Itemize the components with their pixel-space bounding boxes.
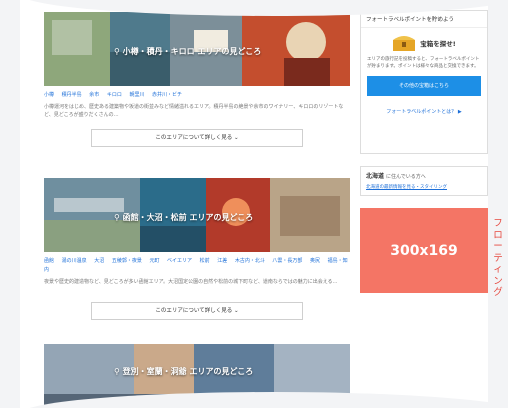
- area-description: 小樽運河をはじめ、歴史ある建築物や坂道の街並みなど情緒溢れるエリア。積丹半島の絶…: [44, 104, 344, 118]
- area-detail-button[interactable]: このエリアについて詳しく見る ⌄: [91, 302, 303, 320]
- area-description: 夜景や歴史的建造物など、見どころが多い函館エリア。大沼国定公園の自然や松前の城下…: [44, 279, 338, 285]
- area-tag-list: 小樽 積丹半島 余市 キロロ 朝里川 赤井川・ビチ: [44, 91, 350, 100]
- area-tag[interactable]: 八雲・長万部: [272, 258, 302, 264]
- area-section-2: ⚲ 函館・大沼・松前 エリアの見どころ 函館 湯の川温泉 大沼 五稜郭・夜景 元…: [44, 178, 350, 320]
- floating-label-char: フ: [493, 218, 503, 229]
- floating-label-char: ン: [493, 275, 503, 287]
- floating-label-char: グ: [493, 287, 503, 298]
- area-tag[interactable]: 函館: [44, 258, 54, 264]
- points-title: 宝箱を探せ!: [420, 40, 456, 48]
- area-detail-button[interactable]: このエリアについて詳しく見る ⌄: [91, 129, 303, 147]
- floating-label: フローティング: [491, 218, 505, 299]
- area-tag[interactable]: 湯の川温泉: [62, 258, 87, 264]
- area-banner[interactable]: ⚲ 小樽・積丹・キロロ エリアの見どころ: [44, 12, 350, 86]
- location-pin-icon: ⚲: [114, 213, 120, 222]
- points-text: エリアの旅行記を投稿すると、フォートラベルポイントが貯まります。ポイントは様々な…: [367, 57, 480, 69]
- area-tag[interactable]: 大沼: [94, 258, 104, 264]
- location-pin-icon: ⚲: [114, 47, 120, 56]
- area-tag[interactable]: 木古内・北斗: [235, 258, 265, 264]
- banner-caption: ⚲ 函館・大沼・松前 エリアの見どころ: [114, 213, 254, 222]
- area-tag[interactable]: 五稜郭・夜景: [112, 258, 142, 264]
- floating-label-char: テ: [493, 252, 503, 264]
- treasure-chest-icon: [393, 36, 416, 51]
- sidebar: フォートラベルポイントを貯めよう 宝箱を探せ! エリアの旅行記を投稿すると、フォ…: [360, 10, 488, 196]
- area-tag[interactable]: 余市: [89, 92, 99, 98]
- area-tag[interactable]: 小樽: [44, 92, 54, 98]
- hokkaido-title: 北海道: [366, 173, 385, 180]
- area-tag[interactable]: 赤井川・ビチ: [152, 92, 182, 98]
- banner-caption: ⚲ 小樽・積丹・キロロ エリアの見どころ: [114, 47, 262, 56]
- floating-label-char: ー: [493, 241, 503, 252]
- points-card: フォートラベルポイントを貯めよう 宝箱を探せ! エリアの旅行記を投稿すると、フォ…: [360, 10, 488, 154]
- hokkaido-subtitle: に住んでいる方へ: [385, 174, 426, 180]
- points-info-link[interactable]: フォートラベルポイントとは？ ▶: [367, 108, 481, 115]
- area-tag[interactable]: 元町: [149, 258, 159, 264]
- ad-placeholder[interactable]: 300x169: [360, 208, 488, 293]
- area-banner[interactable]: ⚲ 函館・大沼・松前 エリアの見どころ: [44, 178, 350, 252]
- area-tag[interactable]: 松前: [200, 258, 210, 264]
- area-tag[interactable]: ベイエリア: [167, 258, 192, 264]
- floating-label-char: ロ: [493, 229, 503, 241]
- area-tag[interactable]: 福島・知内: [44, 258, 348, 273]
- area-tag[interactable]: 江差: [217, 258, 227, 264]
- chevron-down-icon: ⌄: [233, 135, 239, 141]
- chevron-down-icon: ⌄: [233, 308, 239, 314]
- area-tag[interactable]: 奥尻: [310, 258, 320, 264]
- area-tag-list: 函館 湯の川温泉 大沼 五稜郭・夜景 元町 ベイエリア 松前 江差 木古内・北斗…: [44, 257, 350, 275]
- page-frame: ⚲ 小樽・積丹・キロロ エリアの見どころ 小樽 積丹半島 余市 キロロ 朝里川 …: [20, 0, 488, 408]
- area-section-1: ⚲ 小樽・積丹・キロロ エリアの見どころ 小樽 積丹半島 余市 キロロ 朝里川 …: [44, 12, 350, 147]
- area-tag[interactable]: キロロ: [107, 92, 122, 98]
- hokkaido-card: 北海道 に住んでいる方へ 北海道の最新情報を見る・スタイリング: [360, 166, 488, 196]
- floating-label-char: ィ: [493, 264, 503, 275]
- area-tag[interactable]: 積丹半島: [62, 92, 82, 98]
- banner-caption: ⚲ 登別・室蘭・洞爺 エリアの見どころ: [114, 367, 254, 376]
- location-pin-icon: ⚲: [114, 367, 120, 376]
- hokkaido-link[interactable]: 北海道の最新情報を見る・スタイリング: [366, 184, 482, 190]
- area-tag[interactable]: 朝里川: [129, 92, 144, 98]
- treasure-button[interactable]: その他の宝箱はこちら: [367, 76, 481, 96]
